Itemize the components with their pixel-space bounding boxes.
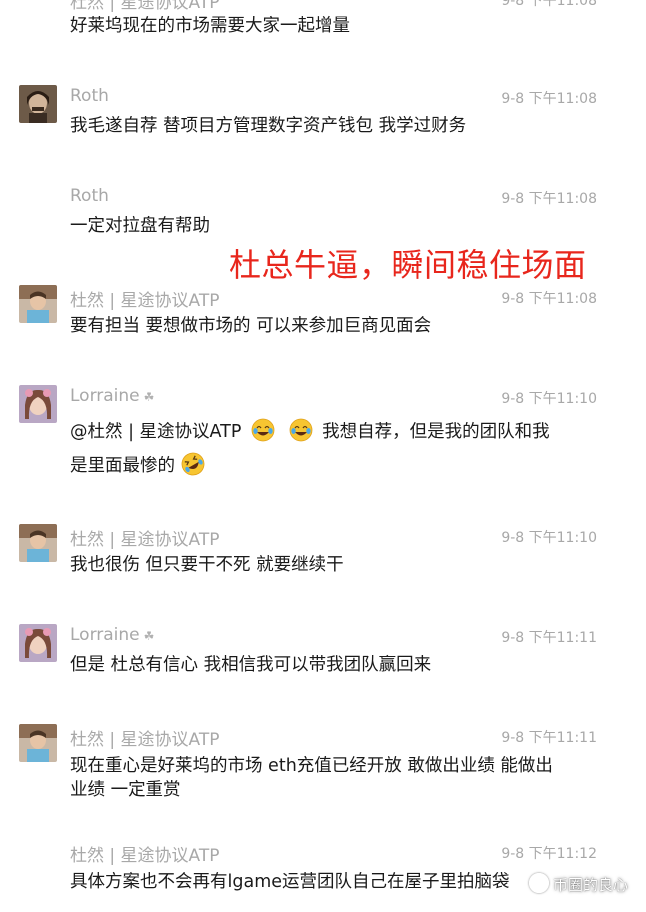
avatar[interactable] <box>19 285 57 323</box>
sender-name[interactable]: Roth <box>70 86 109 106</box>
sender-name-text: Lorraine <box>70 386 140 406</box>
duran-avatar-image <box>19 724 57 762</box>
sender-name[interactable]: Roth <box>70 186 109 206</box>
message-time: 9-8 下午11:08 <box>501 0 597 9</box>
avatar[interactable] <box>19 385 57 423</box>
message-time: 9-8 下午11:11 <box>501 630 597 646</box>
message-text: 我毛遂自荐 替项目方管理数字资产钱包 我学过财务 <box>70 116 467 136</box>
avatar[interactable] <box>19 624 57 662</box>
avatar[interactable] <box>19 724 57 762</box>
message-text: 我想自荐，但是我的团队和我 <box>322 422 550 442</box>
message-text: 要有担当 要想做市场的 可以来参加巨商见面会 <box>70 316 432 336</box>
message-time: 9-8 下午11:08 <box>501 91 597 107</box>
message-text: 但是 杜总有信心 我相信我可以带我团队赢回来 <box>70 655 432 675</box>
sender-name[interactable]: 杜然 | 星途协议ATP <box>70 841 219 866</box>
lorraine-avatar-image <box>19 624 57 662</box>
watermark: 币圈的良心 <box>528 873 628 895</box>
watermark-text: 币圈的良心 <box>552 876 628 894</box>
message-text: 是里面最惨的 <box>70 456 175 476</box>
mention[interactable]: @杜然 | 星途协议ATP <box>70 422 241 442</box>
message-text: 具体方案也不会再有lgame运营团队自己在屋子里拍脑袋 <box>70 872 510 892</box>
message-time: 9-8 下午11:10 <box>501 530 597 546</box>
tears-of-joy-emoji-icon <box>251 418 275 442</box>
overlay-caption: 杜总牛逼，瞬间稳住场面 <box>229 246 587 284</box>
avatar[interactable] <box>19 85 57 123</box>
message-time: 9-8 下午11:10 <box>501 391 597 407</box>
sender-name[interactable]: 杜然 | 星途协议ATP <box>70 525 219 550</box>
wechat-logo-icon <box>528 873 549 893</box>
message-time: 9-8 下午11:11 <box>501 730 597 746</box>
sender-name[interactable]: 杜然 | 星途协议ATP <box>70 725 219 750</box>
message-text: 我也很伤 但只要干不死 就要继续干 <box>70 555 344 575</box>
message-text: 一定对拉盘有帮助 <box>70 216 210 236</box>
roth-avatar-image <box>19 85 57 123</box>
sender-name-text: Lorraine <box>70 625 140 645</box>
sender-name[interactable]: Lorraine ☘ <box>70 386 154 406</box>
lorraine-avatar-image <box>19 385 57 423</box>
duran-avatar-image <box>19 524 57 562</box>
duran-avatar-image <box>19 285 57 323</box>
message-time: 9-8 下午11:08 <box>501 191 597 207</box>
sender-name[interactable]: Lorraine ☘ <box>70 625 154 645</box>
message-text: 好莱坞现在的市场需要大家一起增量 <box>70 16 350 36</box>
message-text-line: 是里面最惨的 <box>70 451 209 481</box>
rolling-laughing-emoji-icon <box>181 452 204 476</box>
message-time: 9-8 下午11:08 <box>501 291 597 307</box>
avatar[interactable] <box>19 524 57 562</box>
leaf-icon: ☘ <box>143 390 155 404</box>
tears-of-joy-emoji-icon <box>289 418 312 442</box>
message-text: 业绩 一定重赏 <box>70 780 181 800</box>
message-time: 9-8 下午11:12 <box>501 846 597 862</box>
message-text-line: @杜然 | 星途协议ATP 我想自荐，但是我的团队和我 <box>70 417 550 447</box>
sender-name[interactable]: 杜然 | 星途协议ATP <box>70 286 219 311</box>
leaf-icon: ☘ <box>143 629 155 643</box>
